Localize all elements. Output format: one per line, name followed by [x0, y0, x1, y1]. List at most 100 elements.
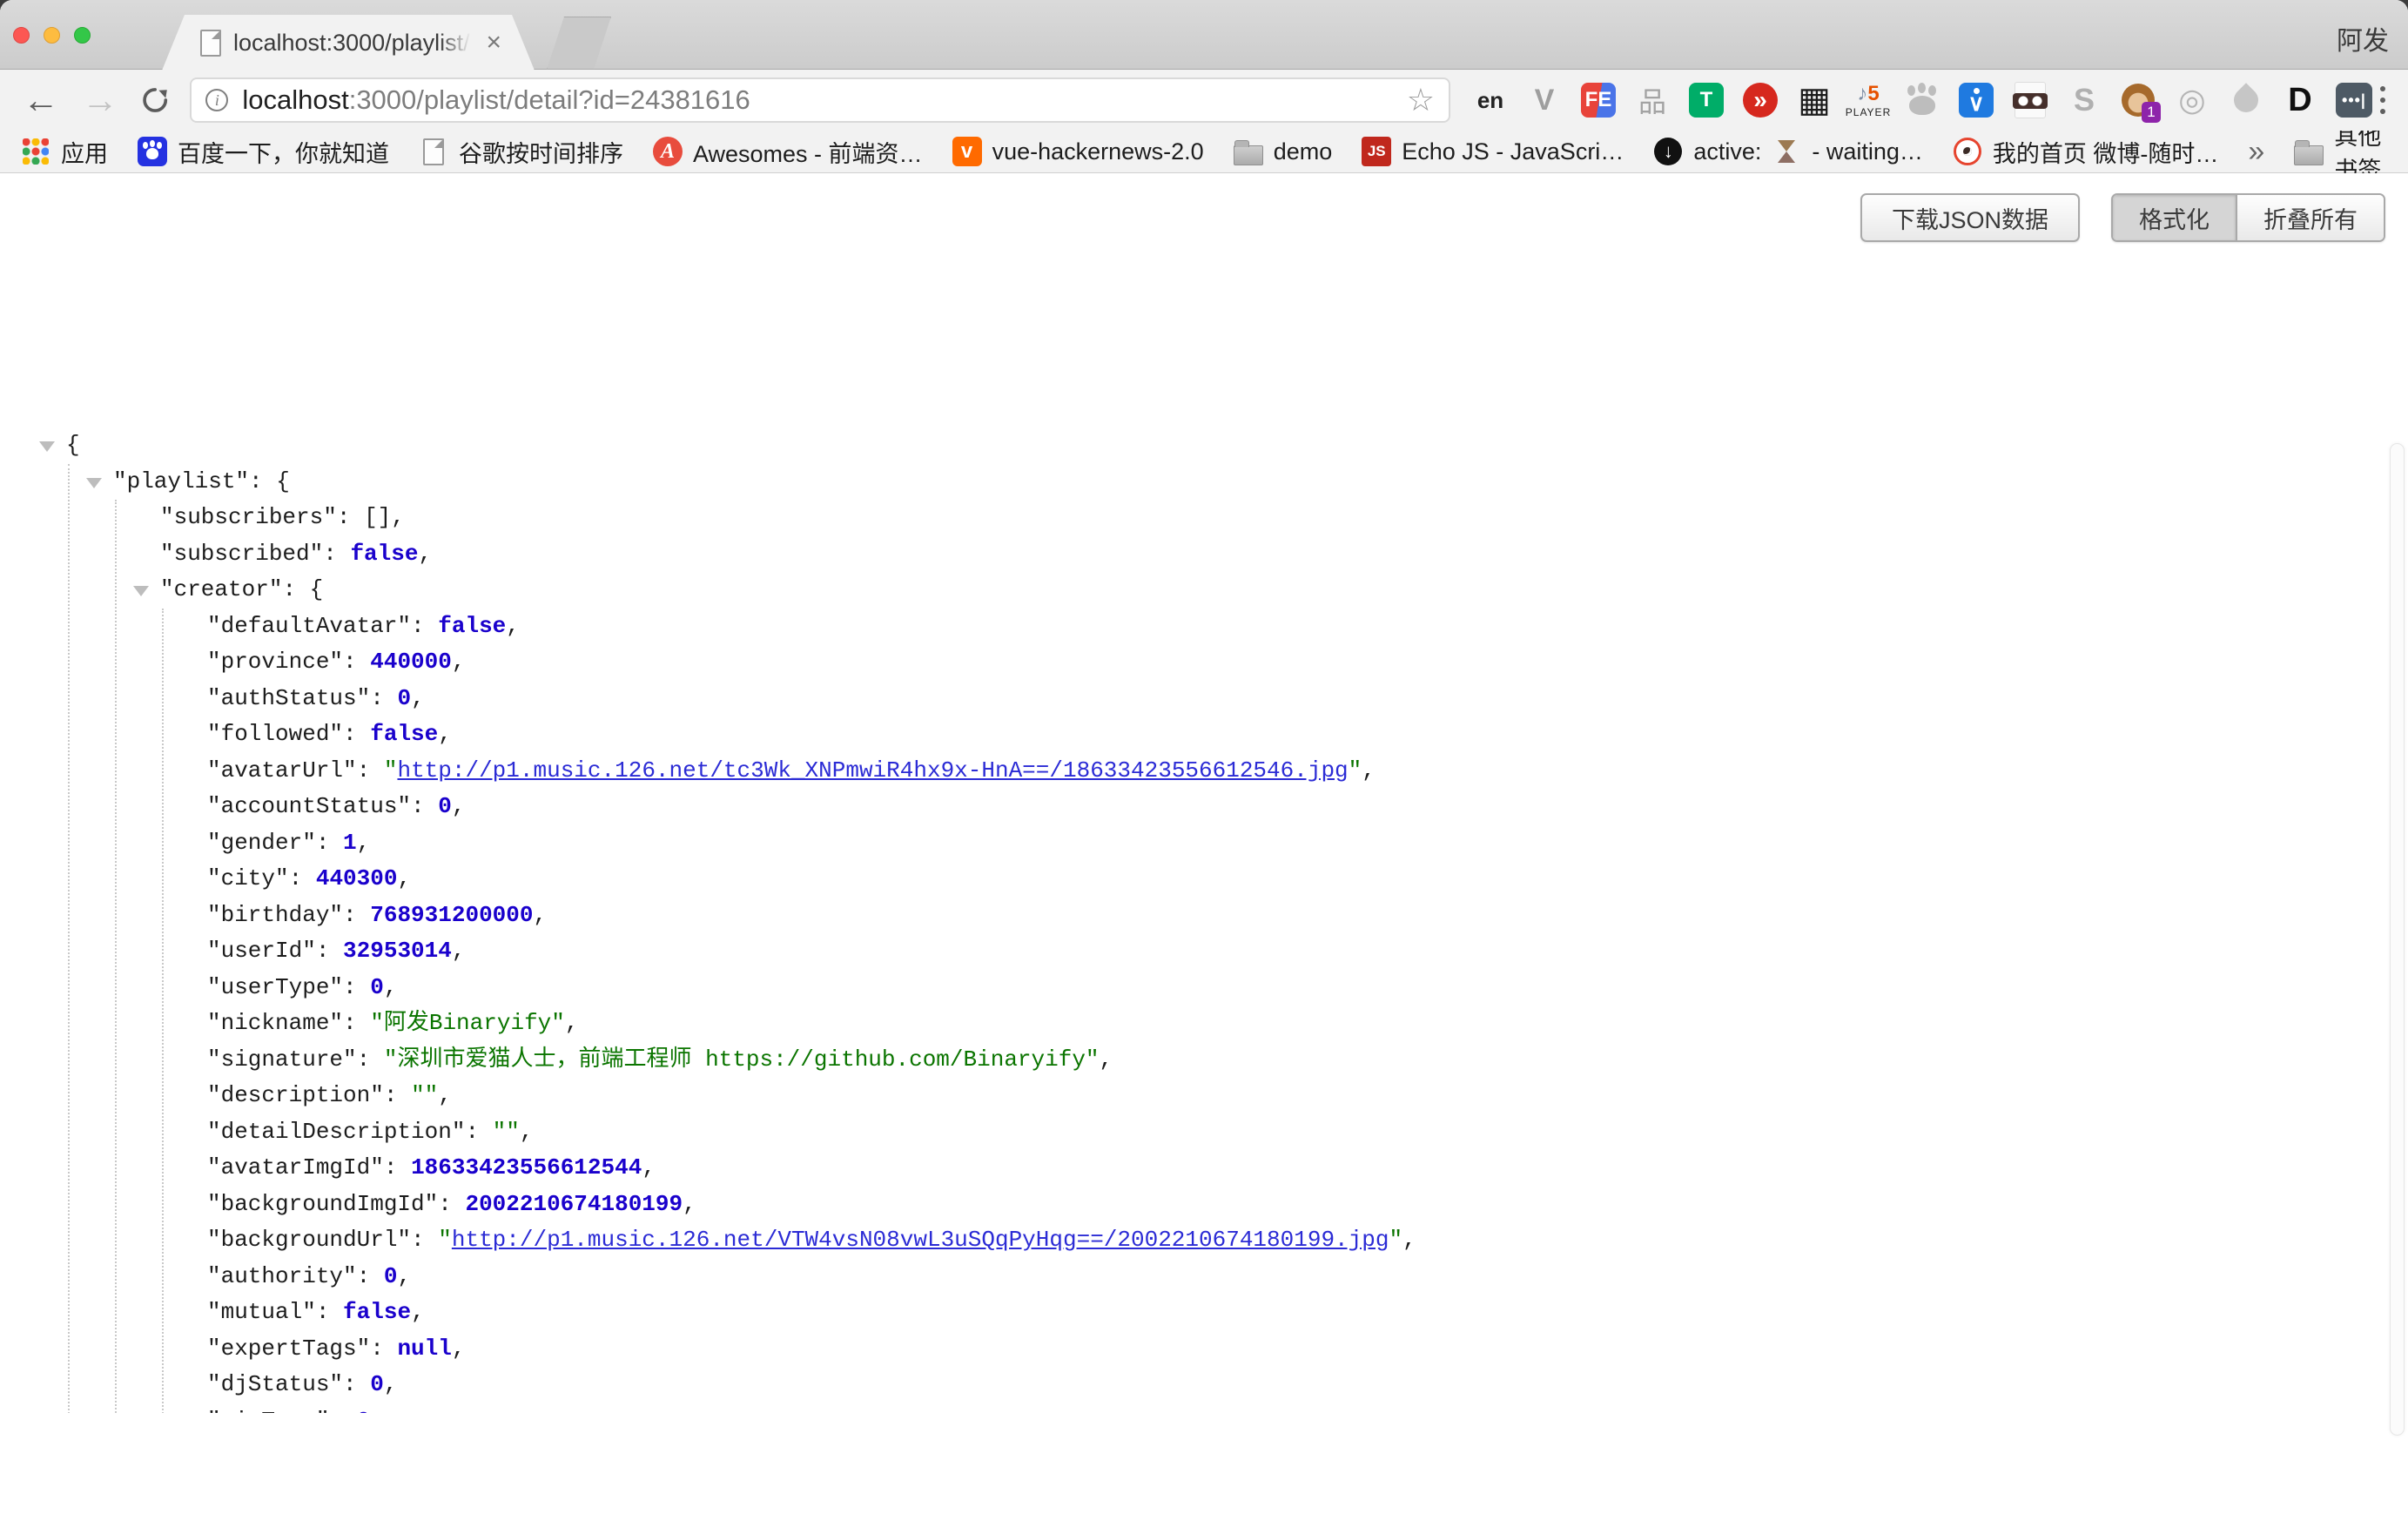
bookmark-google-sorted[interactable]: 谷歌按时间排序 — [419, 135, 623, 169]
tab-title: localhost:3000/playlist/detail?i — [233, 30, 479, 56]
json-literal-value: 0 — [370, 1371, 384, 1397]
json-line: "signature": "深圳市爱猫人士，前端工程师 https://gith… — [0, 1042, 2408, 1079]
d-icon[interactable]: D — [2281, 81, 2319, 119]
json-line-content: "birthday": 768931200000, — [0, 898, 547, 934]
vue-devtools-icon[interactable]: V — [1525, 81, 1564, 119]
minimize-window-button[interactable] — [44, 27, 60, 44]
bookmarks-overflow-chevron[interactable]: » — [2248, 135, 2264, 169]
fast-forward-icon[interactable]: » — [1741, 81, 1779, 119]
json-line-content: "province": 440000, — [0, 644, 465, 681]
zoom-window-button[interactable] — [74, 27, 91, 44]
bookmark-apps[interactable]: 应用 — [21, 135, 108, 169]
tab-close-icon[interactable]: × — [486, 30, 501, 56]
json-link[interactable]: http://p1.music.126.net/tc3Wk_XNPmwiR4hx… — [397, 757, 1348, 784]
bookmark-label: 百度一下，你就知道 — [178, 135, 389, 169]
mask-icon[interactable] — [2011, 81, 2049, 119]
json-string-value: "阿发Binaryify" — [370, 1010, 565, 1036]
json-line-content: "userId": 32953014, — [0, 933, 465, 970]
vue-v-icon: v — [952, 137, 982, 166]
bookmark-weibo-home[interactable]: 我的首页 微博-随时… — [1953, 135, 2219, 169]
download-blue-icon[interactable] — [1957, 81, 1995, 119]
fe-icon[interactable]: FE — [1579, 81, 1618, 119]
bookmark-label: 我的首页 微博-随时… — [1993, 135, 2219, 169]
json-key: "creator" — [160, 576, 282, 602]
extensions-row: en V FE 品T » ▦ ♪5PLAYER S1 ◎ D •••| — [1471, 81, 2373, 119]
translate-icon[interactable]: en — [1471, 81, 1510, 119]
new-tab-button[interactable] — [547, 17, 611, 70]
reload-button[interactable] — [139, 84, 171, 117]
json-line: "gender": 1, — [0, 825, 2408, 862]
json-viewer: {"playlist": {"subscribers": [],"subscri… — [0, 427, 2408, 1413]
bookmark-label: Echo JS - JavaScri… — [1402, 138, 1624, 165]
json-punctuation: [], — [364, 504, 405, 530]
json-string-value: "深圳市爱猫人士，前端工程师 https://github.com/Binary… — [384, 1046, 1100, 1073]
json-punctuation: , — [411, 685, 425, 711]
collapse-arrow-icon[interactable] — [39, 441, 55, 452]
json-key: "avatarImgId" — [207, 1154, 384, 1181]
json-key: "avatarUrl" — [207, 757, 357, 784]
baidu-paw-icon — [138, 137, 167, 166]
json-literal-value: 0 — [397, 685, 411, 711]
html5-player-icon[interactable]: ♪5PLAYER — [1849, 81, 1887, 119]
download-json-button[interactable]: 下载JSON数据 — [1860, 193, 2080, 242]
json-line-content: "userType": 0, — [0, 970, 397, 1006]
json-line-content: "detailDescription": "", — [0, 1114, 534, 1151]
json-punctuation: , — [357, 830, 371, 856]
json-line-content: "signature": "深圳市爱猫人士，前端工程师 https://gith… — [0, 1042, 1113, 1079]
json-key: "playlist" — [113, 468, 249, 494]
json-line-content: "gender": 1, — [0, 825, 370, 862]
password-dots-icon[interactable]: •••| — [2335, 81, 2373, 119]
paw-icon[interactable] — [1903, 81, 1941, 119]
bookmark-awesomes[interactable]: AAwesomes - 前端资… — [653, 135, 923, 169]
url-field[interactable]: i localhost:3000/playlist/detail?id=2438… — [190, 77, 1450, 123]
json-string-value: "" — [493, 1119, 520, 1145]
json-key: "mutual" — [207, 1299, 316, 1325]
json-line: "birthday": 768931200000, — [0, 898, 2408, 934]
tab-favicon-page-icon — [200, 30, 221, 57]
json-punctuation: , — [370, 1408, 384, 1414]
bird-icon[interactable] — [2227, 81, 2265, 119]
sitemap-icon[interactable]: 品 — [1633, 81, 1671, 119]
json-line: { — [0, 427, 2408, 464]
json-literal-value: false — [350, 541, 418, 567]
collapse-arrow-icon[interactable] — [133, 586, 149, 596]
weibo-gray-icon[interactable]: ◎ — [2173, 81, 2211, 119]
json-punctuation: , — [384, 974, 398, 1000]
bookmark-vue-hackernews[interactable]: vvue-hackernews-2.0 — [952, 137, 1204, 166]
browser-tab[interactable]: localhost:3000/playlist/detail?i × — [162, 15, 535, 71]
shield-t-icon[interactable]: T — [1687, 81, 1725, 119]
json-link[interactable]: http://p1.music.126.net/VTW4vsN08vwL3uSQ… — [452, 1227, 1389, 1253]
json-key: "userId" — [207, 938, 316, 964]
json-literal-value: false — [370, 721, 438, 747]
json-punctuation: , — [452, 793, 466, 819]
json-punctuation: { — [310, 576, 324, 602]
json-punctuation: , — [397, 1263, 411, 1289]
json-literal-value: 1 — [343, 830, 357, 856]
close-window-button[interactable] — [13, 27, 30, 44]
qr-code-icon[interactable]: ▦ — [1795, 81, 1833, 119]
folder-icon — [1234, 137, 1263, 166]
info-icon[interactable]: i — [205, 89, 228, 111]
view-mode-segmented-control: 格式化 折叠所有 — [2111, 193, 2385, 242]
json-line-content: "mutual": false, — [0, 1295, 425, 1331]
json-line: "expertTags": null, — [0, 1331, 2408, 1368]
format-button[interactable]: 格式化 — [2113, 195, 2236, 240]
json-key: "userType" — [207, 974, 343, 1000]
browser-menu-icon[interactable] — [2380, 86, 2385, 114]
bookmark-demo[interactable]: demo — [1234, 137, 1333, 166]
json-key: "description" — [207, 1082, 384, 1108]
json-line: "userType": 0, — [0, 970, 2408, 1006]
back-button[interactable]: ← — [23, 82, 59, 118]
json-key: "vipType" — [207, 1408, 329, 1414]
bookmark-active-waiting[interactable]: ↓active:- waiting… — [1653, 137, 1923, 166]
bookmark-star-icon[interactable]: ☆ — [1407, 82, 1435, 118]
collapse-arrow-icon[interactable] — [86, 478, 102, 488]
bookmark-baidu[interactable]: 百度一下，你就知道 — [138, 135, 389, 169]
json-literal-value: 440000 — [370, 649, 452, 675]
s-gray-icon[interactable]: S — [2065, 81, 2103, 119]
profile-name[interactable]: 阿发 — [2337, 19, 2389, 57]
tampermonkey-icon[interactable]: 1 — [2119, 81, 2157, 119]
json-line-content: "subscribers": [], — [0, 500, 405, 536]
bookmark-echojs[interactable]: JSEcho JS - JavaScri… — [1362, 137, 1624, 166]
collapse-all-button[interactable]: 折叠所有 — [2236, 195, 2384, 240]
